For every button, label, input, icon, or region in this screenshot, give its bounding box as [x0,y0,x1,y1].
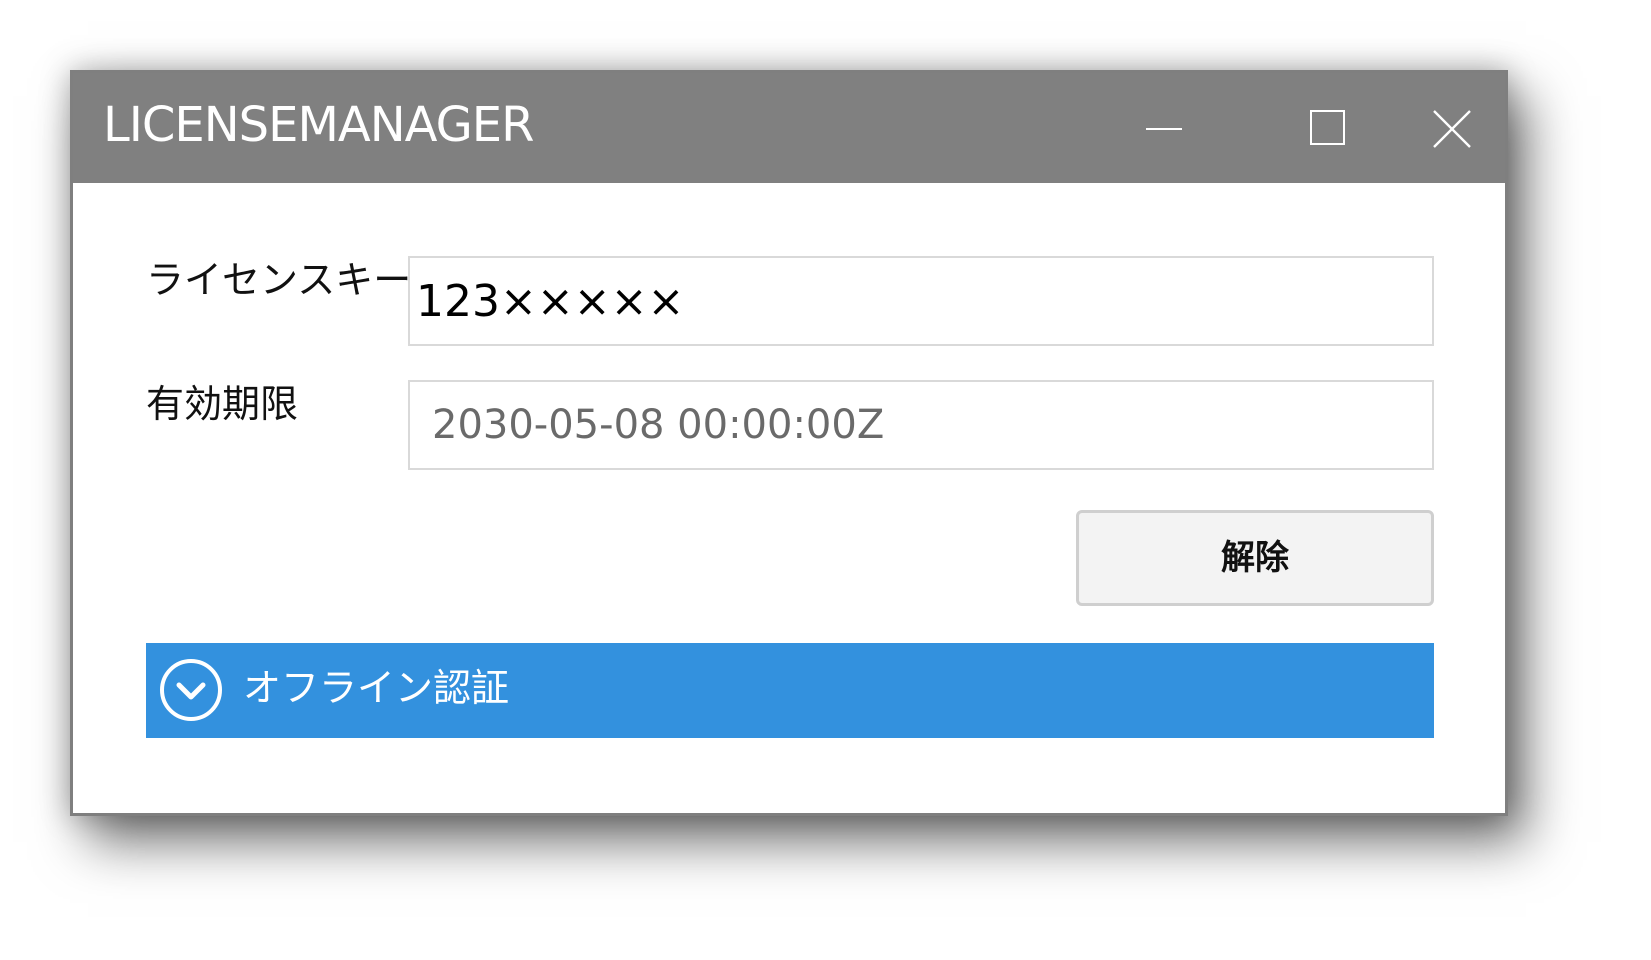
minimize-icon [1146,128,1182,130]
window-title: LICENSEMANAGER [103,97,534,153]
screen-background: LICENSEMANAGER ライセンスキー 有効期限 解除 [0,0,1651,960]
offline-auth-label: オフライン認証 [243,666,510,710]
close-icon [1433,110,1471,148]
maximize-icon [1310,110,1345,145]
expiry-field[interactable] [408,380,1434,470]
license-manager-window: LICENSEMANAGER ライセンスキー 有効期限 解除 [70,70,1508,816]
unlock-button[interactable]: 解除 [1076,510,1434,606]
offline-auth-expander[interactable]: オフライン認証 [146,643,1434,738]
license-key-label: ライセンスキー [146,258,412,302]
title-bar[interactable]: LICENSEMANAGER [73,73,1505,183]
close-button[interactable] [1433,73,1508,183]
license-key-input[interactable] [408,256,1434,346]
minimize-button[interactable] [1103,73,1223,183]
chevron-down-circle-icon [160,659,222,721]
expiry-label: 有効期限 [146,382,299,426]
maximize-button[interactable] [1268,73,1388,183]
